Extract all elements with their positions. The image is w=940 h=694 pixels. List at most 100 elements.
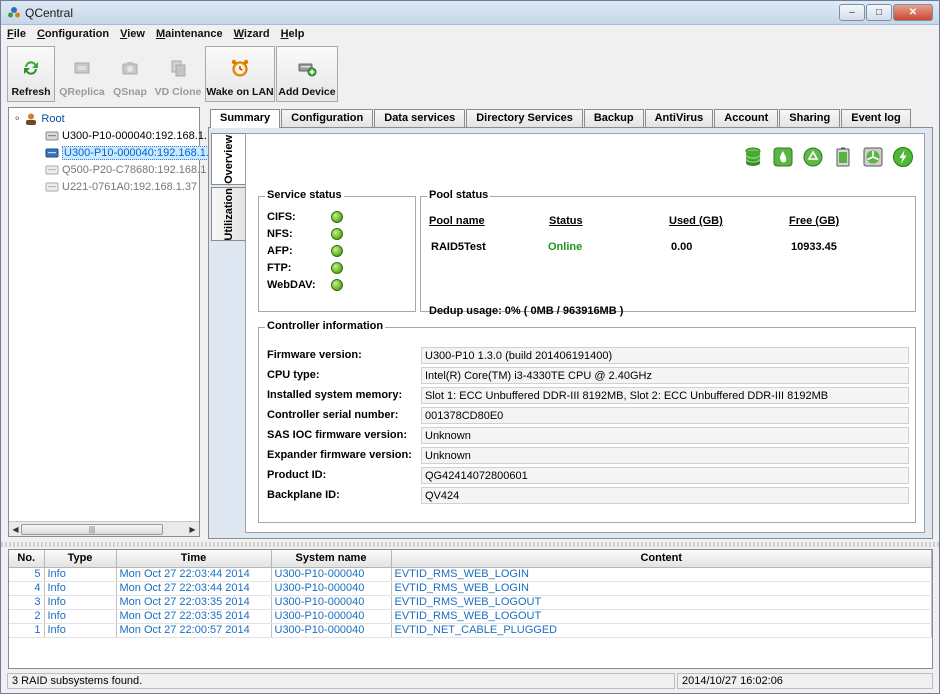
tab-overview[interactable]: Overview [211, 133, 245, 185]
scrollbar-thumb[interactable]: ||| [21, 524, 163, 535]
menu-wizard[interactable]: Wizard [228, 27, 275, 45]
table-row[interactable]: 2 Info Mon Oct 27 22:03:35 2014 U300-P10… [9, 609, 932, 623]
tab-overview-label: Overview [223, 135, 235, 184]
wake-on-lan-label: Wake on LAN [206, 86, 273, 98]
pool-free-value: 10933.45 [791, 241, 837, 253]
pool-used-value: 0.00 [671, 241, 692, 253]
pool-name-value: RAID5Test [431, 241, 486, 253]
column-header-system-name[interactable]: System name [271, 550, 391, 567]
status-ok-icon [331, 245, 343, 257]
toolbar: Refresh QReplica QSnap VD Clone [7, 46, 339, 102]
column-header-content[interactable]: Content [391, 550, 932, 567]
qsnap-button[interactable]: QSnap [109, 46, 151, 102]
status-bar: 3 RAID subsystems found. 2014/10/27 16:0… [1, 671, 939, 691]
controller-row: SAS IOC firmware version: Unknown [267, 426, 909, 444]
tab-event-log[interactable]: Event log [841, 109, 911, 127]
status-ok-icon [331, 279, 343, 291]
qreplica-icon [72, 58, 92, 78]
table-row[interactable]: 4 Info Mon Oct 27 22:03:44 2014 U300-P10… [9, 581, 932, 595]
tab-utilization[interactable]: Utilization [211, 187, 245, 241]
field-value: QV424 [421, 487, 909, 504]
column-header-time[interactable]: Time [116, 550, 271, 567]
scroll-left-arrow-icon[interactable]: ◀ [10, 524, 21, 535]
wake-on-lan-button[interactable]: Wake on LAN [205, 46, 275, 102]
qreplica-button[interactable]: QReplica [56, 46, 108, 102]
tab-directory-services[interactable]: Directory Services [466, 109, 583, 127]
cell-content: EVTID_RMS_WEB_LOGOUT [391, 595, 932, 609]
table-row[interactable]: 5 Info Mon Oct 27 22:03:44 2014 U300-P10… [9, 567, 932, 581]
pool-status-header: Status [549, 215, 583, 227]
side-tabs: Overview Utilization [211, 133, 245, 243]
refresh-button[interactable]: Refresh [7, 46, 55, 102]
tree-node[interactable]: Q500-P20-C78680:192.168.1 [45, 162, 206, 178]
tree-node[interactable]: U221-0761A0:192.168.1.37 [45, 179, 197, 195]
fan-icon [862, 146, 884, 168]
table-row[interactable]: 1 Info Mon Oct 27 22:00:57 2014 U300-P10… [9, 623, 932, 637]
cell-system-name: U300-P10-000040 [271, 609, 391, 623]
cell-content: EVTID_RMS_WEB_LOGOUT [391, 609, 932, 623]
vd-clone-button[interactable]: VD Clone [152, 46, 204, 102]
add-device-button[interactable]: Add Device [276, 46, 338, 102]
add-device-label: Add Device [278, 86, 335, 98]
close-button[interactable]: ✕ [893, 4, 933, 21]
minimize-button[interactable]: – [839, 4, 865, 21]
device-tree: ⚬ Root U300-P10-000040:192.168.1. U300-P… [8, 107, 200, 537]
controller-row: Controller serial number: 001378CD80E0 [267, 406, 909, 424]
storage-device-icon [45, 130, 59, 142]
menu-file[interactable]: File [1, 27, 31, 45]
panel-splitter[interactable] [1, 542, 939, 547]
menu-view[interactable]: View [114, 27, 150, 45]
cell-time: Mon Oct 27 22:03:44 2014 [116, 581, 271, 595]
recycle-icon [802, 146, 824, 168]
tree-node[interactable]: U300-P10-000040:192.168.1. [45, 128, 207, 144]
tab-data-services[interactable]: Data services [374, 109, 465, 127]
tree-horizontal-scrollbar[interactable]: ◀ ||| ▶ [9, 521, 199, 536]
table-row[interactable]: 3 Info Mon Oct 27 22:03:35 2014 U300-P10… [9, 595, 932, 609]
tree-node-label: U300-P10-000040:192.168.1. [62, 130, 207, 142]
controller-row: CPU type: Intel(R) Core(TM) i3-4330TE CP… [267, 366, 909, 384]
status-ok-icon [331, 211, 343, 223]
storage-device-offline-icon [45, 181, 59, 193]
cell-time: Mon Oct 27 22:03:35 2014 [116, 595, 271, 609]
service-status-box: Service status CIFS: NFS: AFP: FTP: WebD… [258, 196, 416, 312]
cell-system-name: U300-P10-000040 [271, 567, 391, 581]
column-header-type[interactable]: Type [44, 550, 116, 567]
cell-system-name: U300-P10-000040 [271, 595, 391, 609]
storage-device-offline-icon [45, 164, 59, 176]
column-header-no[interactable]: No. [9, 550, 44, 567]
pool-status-title: Pool status [427, 189, 490, 201]
menu-bar: File Configuration View Maintenance Wiza… [1, 27, 939, 45]
tab-backup[interactable]: Backup [584, 109, 644, 127]
field-label: Backplane ID: [267, 489, 421, 501]
status-ok-icon [331, 228, 343, 240]
maximize-button[interactable]: □ [866, 4, 892, 21]
scroll-right-arrow-icon[interactable]: ▶ [187, 524, 198, 535]
refresh-label: Refresh [11, 86, 50, 98]
tree-root[interactable]: ⚬ Root [13, 111, 65, 127]
tab-account[interactable]: Account [714, 109, 778, 127]
field-label: Firmware version: [267, 349, 421, 361]
cell-type: Info [44, 623, 116, 637]
cell-no: 2 [9, 609, 44, 623]
tree-node-selected[interactable]: U300-P10-000040:192.168.1. [45, 145, 211, 161]
menu-help[interactable]: Help [275, 27, 310, 45]
status-message: 3 RAID subsystems found. [7, 673, 675, 689]
service-ftp: FTP: [267, 260, 343, 276]
menu-maintenance[interactable]: Maintenance [150, 27, 228, 45]
tab-summary[interactable]: Summary [210, 109, 280, 128]
service-label: CIFS: [267, 211, 331, 223]
field-value: U300-P10 1.3.0 (build 201406191400) [421, 347, 909, 364]
tab-antivirus[interactable]: AntiVirus [645, 109, 714, 127]
disk-stack-icon [742, 146, 764, 168]
field-label: Installed system memory: [267, 389, 421, 401]
alarm-clock-icon [230, 58, 250, 78]
cell-time: Mon Oct 27 22:03:35 2014 [116, 609, 271, 623]
menu-configuration[interactable]: Configuration [31, 27, 114, 45]
service-label: AFP: [267, 245, 331, 257]
tab-configuration[interactable]: Configuration [281, 109, 373, 127]
tree-expand-icon[interactable]: ⚬ [13, 114, 21, 125]
service-afp: AFP: [267, 243, 343, 259]
tab-sharing[interactable]: Sharing [779, 109, 840, 127]
service-nfs: NFS: [267, 226, 343, 242]
status-icon-bar [734, 146, 914, 168]
